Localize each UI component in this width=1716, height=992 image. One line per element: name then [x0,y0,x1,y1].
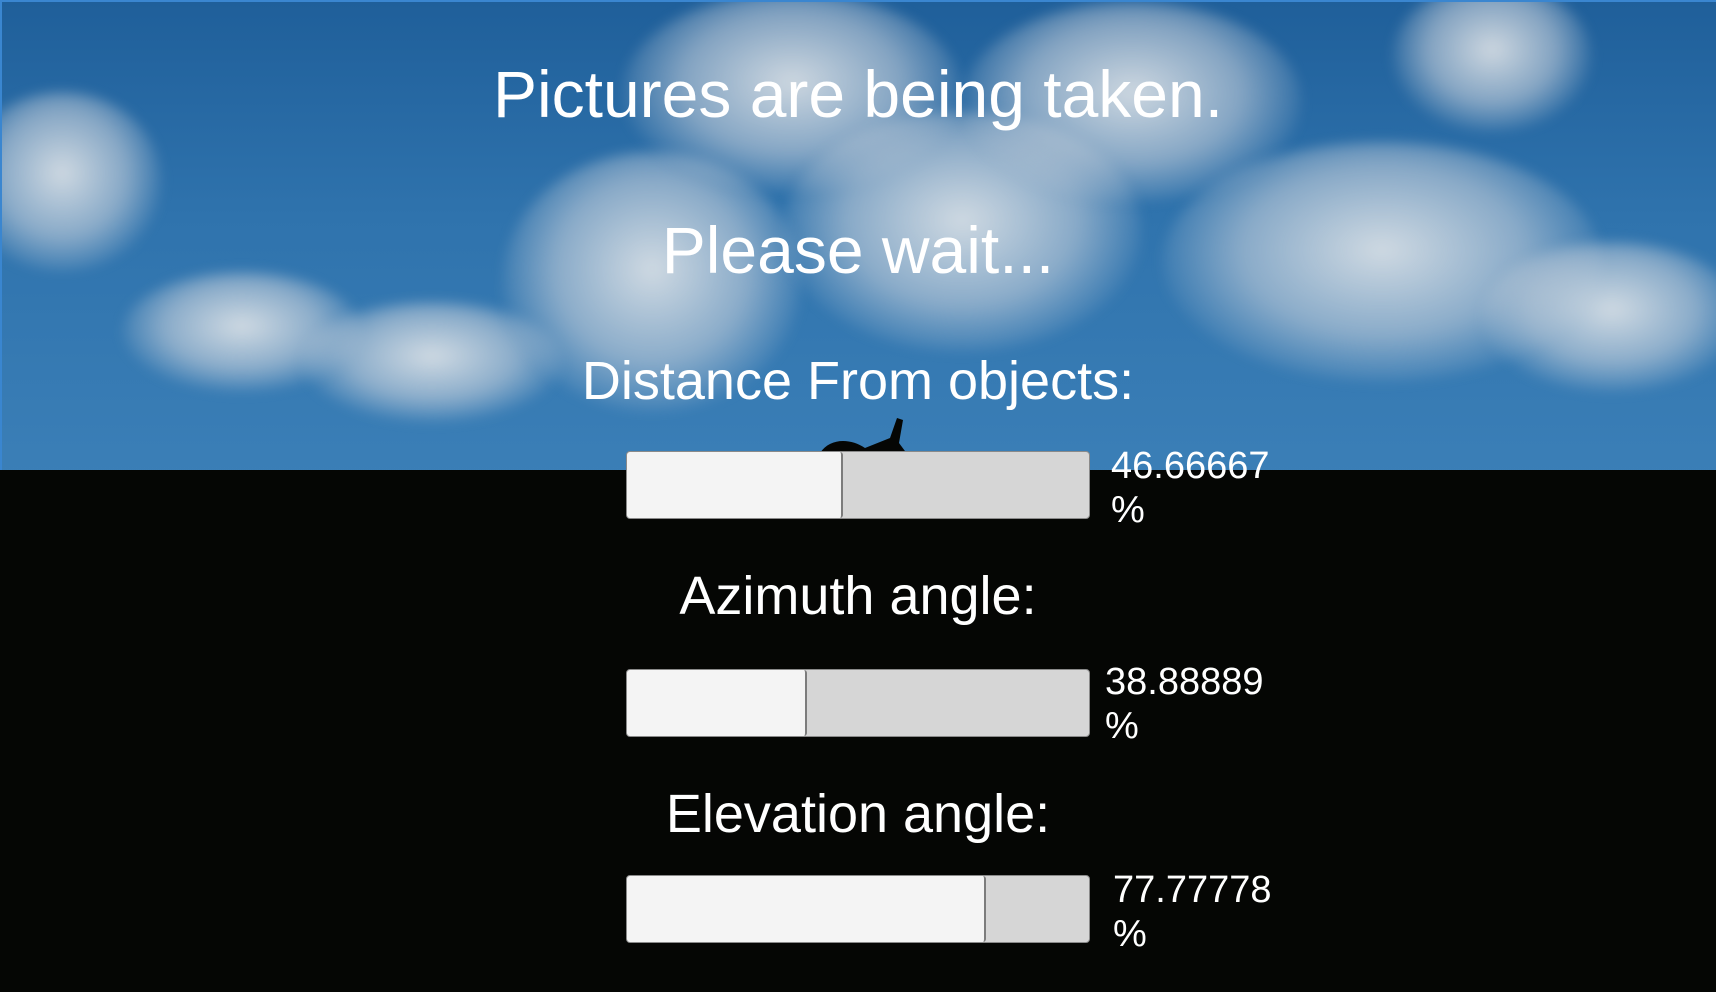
elevation-label: Elevation angle: [665,784,1051,844]
capture-scene: Pictures are being taken. Please wait...… [0,0,1716,992]
distance-value-unit: % [1111,489,1145,531]
distance-progress-fill [627,452,843,518]
distance-progress-bar [626,451,1090,519]
elevation-value: 77.77778 % [1113,868,1272,956]
elevation-value-unit: % [1113,913,1147,955]
elevation-progress-fill [627,876,987,942]
azimuth-value-unit: % [1105,705,1139,747]
distance-value-number: 46.66667 [1111,445,1270,487]
status-subtitle: Please wait... [661,213,1055,287]
distance-label: Distance From objects: [581,351,1135,411]
azimuth-value-number: 38.88889 [1105,661,1264,703]
azimuth-progress-bar [626,669,1090,737]
status-title: Pictures are being taken. [492,57,1224,131]
azimuth-value: 38.88889 % [1105,660,1264,748]
distance-value: 46.66667 % [1111,444,1270,532]
elevation-progress-bar [626,875,1090,943]
azimuth-progress-fill [627,670,807,736]
elevation-value-number: 77.77778 [1113,869,1272,911]
azimuth-label: Azimuth angle: [679,566,1037,626]
